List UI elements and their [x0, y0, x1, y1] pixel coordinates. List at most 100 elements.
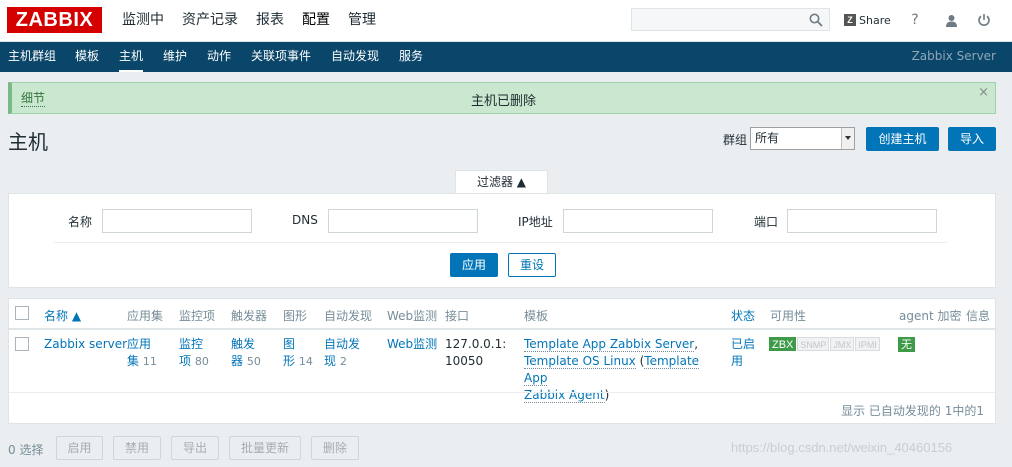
graphs-link[interactable]: 图 — [283, 337, 295, 351]
filter-divider — [54, 242, 947, 243]
subnav-templates[interactable]: 模板 — [75, 42, 99, 72]
jmx-badge: JMX — [830, 337, 855, 351]
status-enabled-link[interactable]: 已启 — [731, 337, 755, 351]
watermark: https://blog.csdn.net/weixin_40460156 — [731, 440, 953, 455]
template-link[interactable]: Template App Zabbix Server — [524, 337, 695, 352]
power-icon[interactable] — [975, 11, 993, 29]
filter-name-label: 名称 — [68, 215, 93, 229]
menu-reports[interactable]: 报表 — [247, 0, 293, 42]
subnav-services[interactable]: 服务 — [399, 42, 423, 72]
header-applications: 应用集 — [127, 309, 164, 323]
header-info: 信息 — [966, 309, 991, 323]
group-label: 群组 — [723, 133, 748, 147]
help-icon[interactable]: ? — [906, 11, 924, 29]
template-link[interactable]: Template OS Linux — [524, 354, 636, 369]
header-name[interactable]: 名称 ▲ — [44, 307, 81, 324]
user-icon[interactable] — [942, 11, 960, 29]
discovery-link-cont[interactable]: 现 — [324, 354, 336, 368]
close-icon[interactable]: × — [978, 85, 989, 100]
template-link-cont[interactable]: Zabbix Agent — [524, 388, 605, 403]
status-enabled-link-cont[interactable]: 用 — [731, 354, 743, 368]
discovery-count: 2 — [339, 355, 347, 368]
mass-update-button[interactable]: 批量更新 — [229, 436, 301, 460]
filter-dns-input[interactable] — [328, 209, 478, 233]
subnav-host-groups[interactable]: 主机群组 — [8, 42, 56, 72]
reset-button[interactable]: 重设 — [508, 253, 556, 277]
web-cell: Web监测 — [387, 336, 437, 353]
enable-button[interactable]: 启用 — [56, 436, 103, 460]
menu-monitoring[interactable]: 监测中 — [113, 0, 173, 42]
interface-port: 10050 — [445, 354, 484, 368]
import-button[interactable]: 导入 — [948, 127, 996, 151]
items-link-cont[interactable]: 项 — [179, 354, 191, 368]
selected-count: 0 选择 — [8, 443, 44, 457]
zabbix-logo[interactable]: ZABBIX — [7, 7, 102, 33]
subnav-actions[interactable]: 动作 — [207, 42, 231, 72]
delete-button[interactable]: 删除 — [311, 436, 359, 460]
table-footer: 显示 已自动发现的 1中的1 — [841, 404, 984, 418]
create-host-button[interactable]: 创建主机 — [866, 127, 939, 151]
header-triggers: 触发器 — [231, 309, 268, 323]
subnav-discovery[interactable]: 自动发现 — [331, 42, 379, 72]
triggers-link-cont[interactable]: 器 — [231, 354, 243, 368]
subnav-hosts[interactable]: 主机 — [119, 42, 144, 72]
zbx-badge: ZBX — [769, 337, 797, 351]
select-all-checkbox[interactable] — [15, 306, 29, 320]
items-cell: 监控 项 80 — [179, 336, 209, 370]
subnav-correlation[interactable]: 关联项事件 — [251, 42, 311, 72]
availability-badges: ZBX SNMP JMX IPMI — [769, 337, 880, 351]
graphs-count: 14 — [298, 355, 313, 368]
interface-ip: 127.0.0.1: — [445, 337, 507, 351]
items-count: 80 — [194, 355, 209, 368]
graphs-cell: 图 形 14 — [283, 336, 313, 370]
export-button[interactable]: 导出 — [171, 436, 219, 460]
header-web: Web监测 — [387, 309, 438, 323]
row-checkbox[interactable] — [15, 337, 29, 351]
triggers-count: 50 — [246, 355, 261, 368]
triggers-link[interactable]: 触发 — [231, 337, 255, 351]
header-graphs: 图形 — [283, 309, 308, 323]
graphs-link-cont[interactable]: 形 — [283, 354, 295, 368]
message-text: 主机已删除 — [470, 94, 536, 109]
header-divider — [9, 328, 995, 330]
filter-port-label: 端口 — [754, 215, 779, 229]
search-input[interactable] — [631, 8, 830, 31]
template-separator: , — [694, 337, 699, 351]
hosts-table: 名称 ▲ 应用集 监控项 触发器 图形 自动发现 Web监测 接口 模板 状态 … — [8, 298, 996, 424]
server-name: Zabbix Server — [911, 49, 996, 63]
filter-port-input[interactable] — [787, 209, 937, 233]
search-icon[interactable] — [809, 13, 823, 27]
share-label: Share — [859, 13, 891, 27]
apply-button[interactable]: 应用 — [450, 253, 498, 277]
filter-ip-input[interactable] — [563, 209, 713, 233]
header-status[interactable]: 状态 — [731, 307, 755, 324]
discovery-cell: 自动发 现 2 — [324, 336, 360, 370]
filter-name-input[interactable] — [102, 209, 252, 233]
top-header: ZABBIX 监测中 资产记录 报表 配置 管理 Z Share ? — [0, 0, 1012, 42]
host-name-cell: Zabbix server — [44, 336, 127, 353]
filter-tab[interactable]: 过滤器 ▲ — [455, 170, 548, 194]
interface-cell: 127.0.0.1: 10050 — [445, 336, 506, 370]
menu-inventory[interactable]: 资产记录 — [173, 0, 247, 42]
applications-link[interactable]: 应用 — [127, 337, 151, 351]
chevron-down-icon — [841, 128, 854, 149]
group-select-value: 所有 — [755, 131, 780, 145]
share-link[interactable]: Z Share — [844, 12, 891, 28]
triggers-cell: 触发 器 50 — [231, 336, 261, 370]
menu-administration[interactable]: 管理 — [339, 0, 385, 42]
menu-configuration[interactable]: 配置 — [293, 0, 339, 42]
discovery-link[interactable]: 自动发 — [324, 337, 360, 351]
applications-link-cont[interactable]: 集 — [127, 354, 139, 368]
snmp-badge: SNMP — [797, 337, 830, 351]
items-link[interactable]: 监控 — [179, 337, 203, 351]
row-divider — [9, 392, 995, 393]
header-availability: 可用性 — [770, 309, 807, 323]
host-name-link[interactable]: Zabbix server — [44, 337, 127, 351]
header-templates: 模板 — [524, 309, 549, 323]
subnav-maintenance[interactable]: 维护 — [163, 42, 187, 72]
web-link[interactable]: Web监测 — [387, 337, 437, 351]
header-encryption: agent 加密 — [899, 309, 962, 323]
disable-button[interactable]: 禁用 — [113, 436, 161, 460]
group-select[interactable]: 所有 — [750, 127, 855, 150]
applications-count: 11 — [142, 355, 157, 368]
